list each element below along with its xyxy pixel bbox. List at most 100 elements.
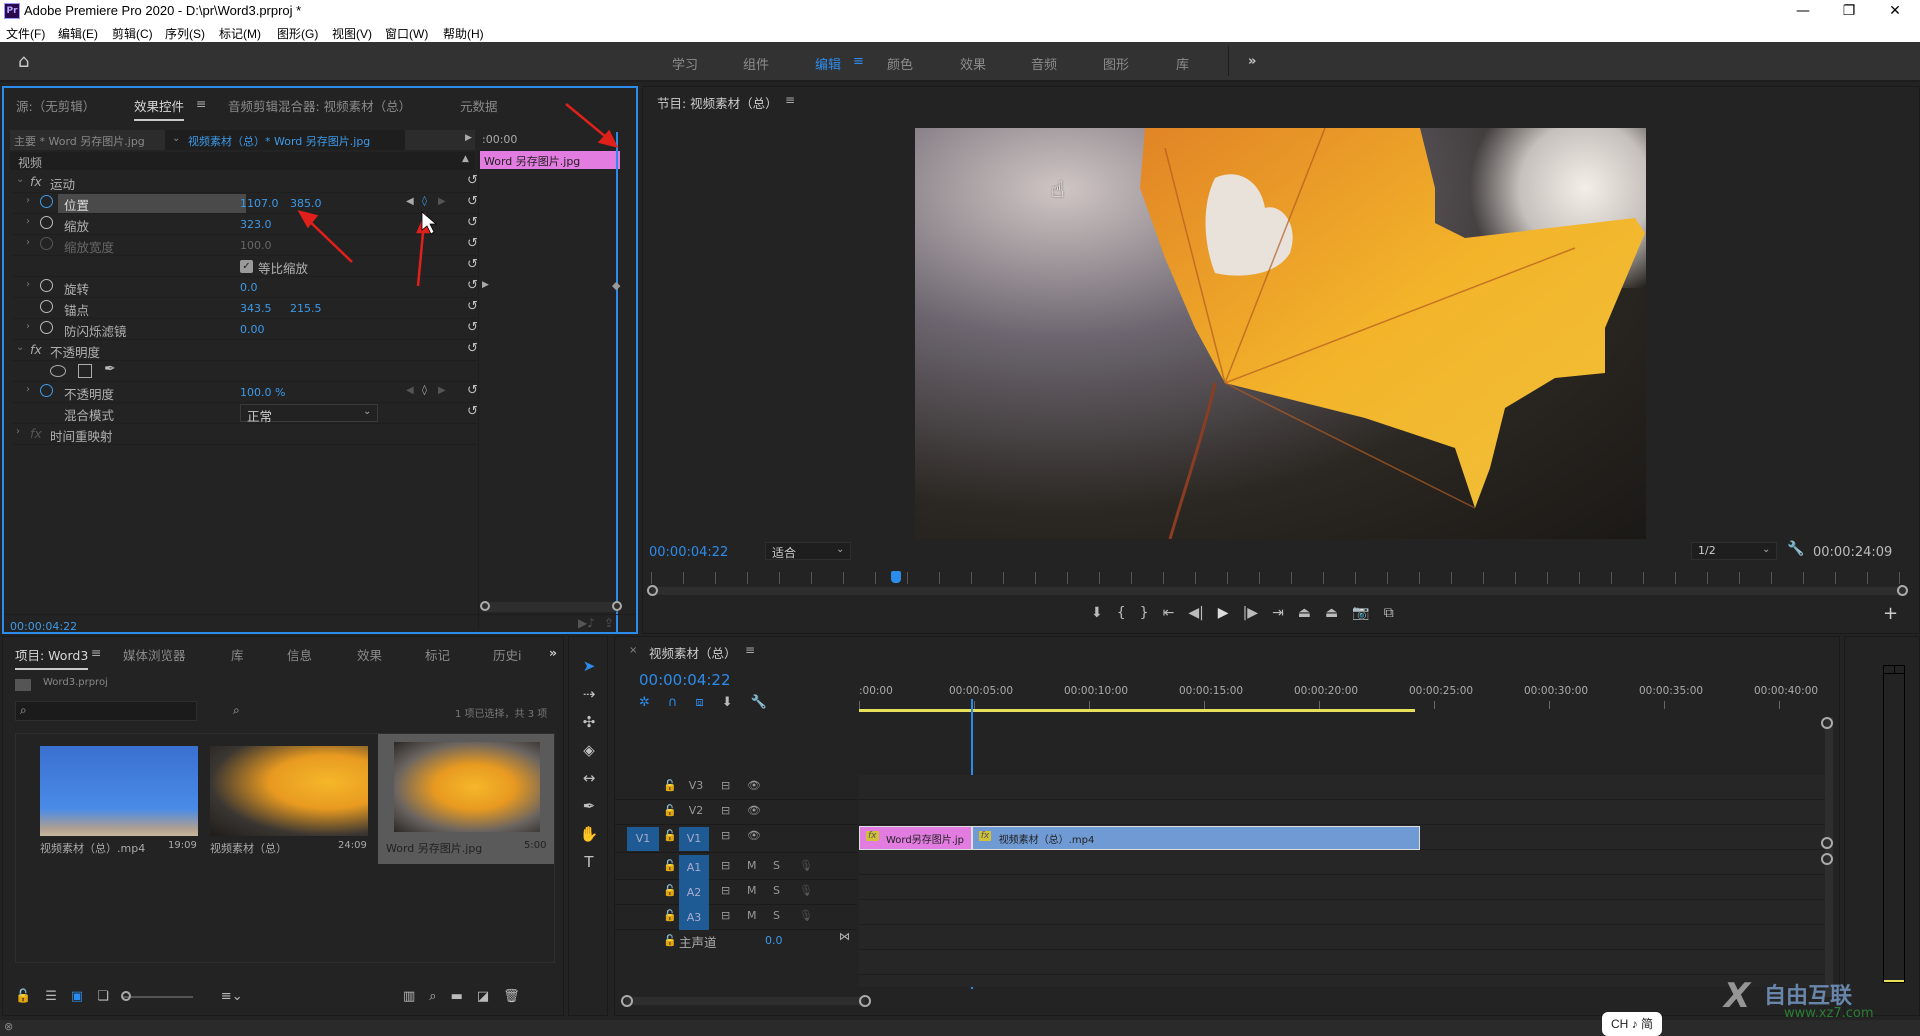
sync-lock-icon[interactable]: ⊟	[721, 859, 730, 872]
project-item[interactable]: 视频素材（总）.mp4 19:09	[28, 738, 198, 866]
lock-icon[interactable]: 🔓	[15, 989, 31, 1004]
blend-mode-select[interactable]: 正常 ⌄	[240, 404, 378, 424]
add-marker-icon[interactable]: ⬇	[1091, 605, 1103, 621]
solo-button[interactable]: S	[773, 859, 780, 872]
next-keyframe-icon[interactable]: ▶	[438, 196, 446, 207]
compare-view-icon[interactable]: ⧉	[1384, 605, 1394, 621]
reset-icon[interactable]: ↺	[467, 215, 478, 230]
selection-tool-icon[interactable]: ➤	[583, 657, 596, 675]
stopwatch-icon[interactable]	[40, 195, 53, 208]
ime-indicator[interactable]: CH ♪ 简	[1602, 1012, 1662, 1036]
project-item[interactable]: 视频素材（总） 24:09	[206, 738, 372, 866]
menu-marker[interactable]: 标记(M)	[219, 25, 261, 42]
minimize-button[interactable]: —	[1780, 0, 1826, 22]
zoom-slider[interactable]	[120, 990, 193, 1001]
sync-lock-icon[interactable]: ⊟	[721, 804, 730, 817]
program-playhead[interactable]	[890, 571, 901, 583]
tab-effects[interactable]: 效果	[357, 645, 382, 664]
track-target-v1[interactable]: V1	[679, 827, 709, 851]
mute-button[interactable]: M	[747, 884, 757, 897]
sync-lock-icon[interactable]: ⊟	[721, 829, 730, 842]
reset-icon[interactable]: ↺	[467, 236, 478, 251]
timeline-settings-wrench-icon[interactable]: 🔧	[751, 695, 767, 710]
eye-icon[interactable]: 👁	[747, 829, 761, 842]
show-timeline-toggle[interactable]: ▶	[465, 133, 472, 143]
add-marker-icon[interactable]: ⬇	[722, 695, 733, 710]
play-icon[interactable]: ▶	[1218, 605, 1229, 621]
scroll-up-icon[interactable]: ▲	[462, 154, 469, 164]
panel-menu-icon[interactable]: ≡	[785, 93, 795, 107]
master-meter-toggle-icon[interactable]: ⋈	[839, 930, 850, 943]
menu-view[interactable]: 视图(V)	[332, 25, 372, 42]
uniform-scale-checkbox[interactable]: ✓	[240, 260, 253, 273]
workspace-graphics[interactable]: 图形	[1103, 54, 1129, 73]
timeline-timecode[interactable]: 00:00:04:22	[639, 671, 731, 689]
tab-metadata[interactable]: 元数据	[460, 96, 498, 115]
menu-file[interactable]: 文件(F)	[6, 25, 45, 42]
reset-icon[interactable]: ↺	[467, 341, 478, 356]
position-y-value[interactable]: 385.0	[290, 197, 322, 210]
position-row[interactable]: › 位置 1107.0 385.0 ◀ ◊ ▶ ↺	[12, 193, 478, 214]
keyframe-diamond-icon[interactable]: ◆	[612, 279, 620, 292]
step-forward-icon[interactable]: |▶	[1243, 605, 1258, 621]
ec-zoom-handle-right[interactable]	[612, 601, 622, 611]
reset-icon[interactable]: ↺	[467, 320, 478, 335]
pen-mask-icon[interactable]: ✒	[104, 361, 116, 377]
scale-row[interactable]: › 缩放 323.0 ↺	[12, 214, 478, 235]
wrench-settings-icon[interactable]: 🔧	[1787, 541, 1804, 557]
freeform-view-icon[interactable]: ❏	[97, 989, 109, 1004]
eye-icon[interactable]: 👁	[747, 804, 761, 817]
menu-clip[interactable]: 剪辑(C)	[112, 25, 153, 42]
timeline-horizontal-scrollbar[interactable]	[625, 997, 865, 1005]
tab-libraries[interactable]: 库	[231, 645, 244, 664]
button-editor-plus-icon[interactable]: +	[1883, 603, 1898, 624]
anchor-x-value[interactable]: 343.5	[240, 302, 272, 315]
type-tool-icon[interactable]: T	[584, 853, 593, 871]
workspace-color[interactable]: 颜色	[887, 54, 913, 73]
export-frame-icon[interactable]: 📷	[1352, 605, 1369, 621]
razor-tool-icon[interactable]: ◈	[583, 741, 595, 759]
lock-track-icon[interactable]: 🔓	[663, 909, 677, 922]
keyframe-nav-arrow-icon[interactable]: ▶	[482, 280, 489, 290]
rotation-value[interactable]: 0.0	[240, 281, 258, 294]
ec-timecode[interactable]: 00:00:04:22	[10, 620, 77, 633]
find-icon[interactable]: ⌕	[233, 703, 240, 718]
program-zoom-bar[interactable]	[651, 587, 1907, 595]
menu-sequence[interactable]: 序列(S)	[165, 25, 205, 42]
ec-playhead[interactable]	[616, 132, 618, 632]
linked-selection-icon[interactable]: ⧈	[695, 695, 703, 710]
ec-mini-ruler[interactable]: :00:00	[480, 130, 626, 150]
workspace-learn[interactable]: 学习	[672, 54, 698, 73]
lock-track-icon[interactable]: 🔓	[663, 804, 677, 817]
ec-zoom-handle-left[interactable]	[480, 601, 490, 611]
stopwatch-icon[interactable]	[40, 279, 53, 292]
sync-status-icon[interactable]: ⊗	[4, 1020, 13, 1033]
reset-icon[interactable]: ↺	[467, 383, 478, 398]
program-zoom-handle-right[interactable]	[1897, 585, 1908, 596]
program-ruler[interactable]	[651, 572, 1907, 584]
panel-menu-icon[interactable]: ≡	[745, 643, 755, 657]
scroll-handle[interactable]	[1821, 717, 1833, 729]
workspace-libraries[interactable]: 库	[1176, 54, 1189, 73]
workspace-assembly[interactable]: 组件	[743, 54, 769, 73]
tab-info[interactable]: 信息	[287, 645, 312, 664]
resolution-select[interactable]: 1/2 ⌄	[1691, 542, 1777, 560]
ec-mini-clip[interactable]: Word 另存图片.jpg	[480, 151, 620, 169]
reset-icon[interactable]: ↺	[467, 278, 478, 293]
tab-media-browser[interactable]: 媒体浏览器	[123, 645, 186, 664]
master-volume-value[interactable]: 0.0	[765, 934, 783, 947]
tabs-overflow-button[interactable]: »	[549, 645, 557, 660]
prev-keyframe-icon[interactable]: ◀	[406, 385, 414, 396]
go-to-out-icon[interactable]: ⇥	[1272, 605, 1284, 621]
program-zoom-handle-left[interactable]	[647, 585, 658, 596]
timeline-clip[interactable]: fx Word另存图片.jp	[859, 826, 972, 850]
extract-icon[interactable]: ⏏	[1325, 605, 1338, 621]
sequence-clip-label[interactable]: 视频素材（总）* Word 另存图片.jpg	[188, 133, 370, 149]
pen-tool-icon[interactable]: ✒	[583, 797, 596, 815]
tab-project[interactable]: 项目: Word3	[15, 645, 89, 670]
menu-graphics[interactable]: 图形(G)	[277, 25, 318, 42]
anchor-y-value[interactable]: 215.5	[290, 302, 322, 315]
menu-window[interactable]: 窗口(W)	[385, 25, 428, 42]
mute-button[interactable]: M	[747, 859, 757, 872]
timeline-ruler[interactable]: :00:00 00:00:05:00 00:00:10:00 00:00:15:00 0…	[859, 677, 1829, 713]
